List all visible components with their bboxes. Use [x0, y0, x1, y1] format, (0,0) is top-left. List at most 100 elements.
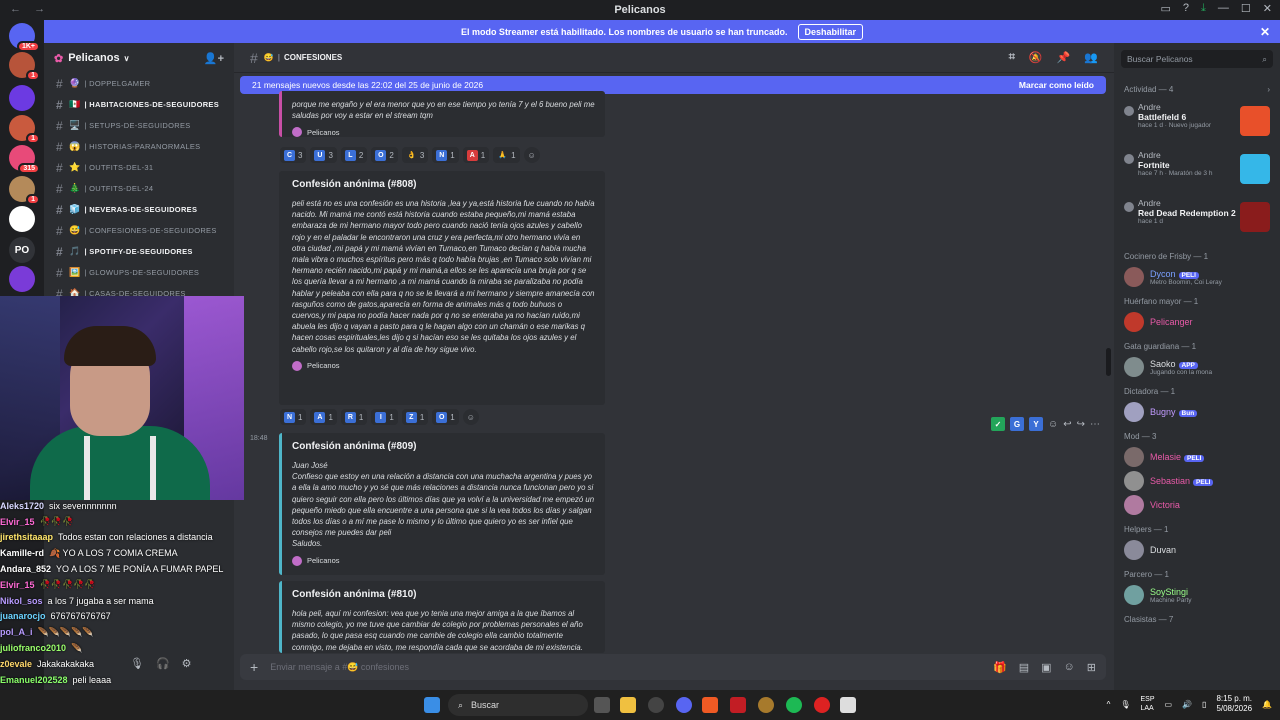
obs-icon[interactable]	[648, 697, 664, 713]
server-icon[interactable]	[9, 85, 35, 111]
spotify-icon[interactable]	[786, 697, 802, 713]
task-view-icon[interactable]	[594, 697, 610, 713]
add-attachment-icon[interactable]: +	[250, 659, 258, 675]
help-icon[interactable]: ?	[1183, 2, 1189, 15]
reaction[interactable]: 👌 3	[401, 147, 429, 163]
language-indicator[interactable]: ESP LAA	[1140, 695, 1154, 713]
app-red-icon[interactable]	[814, 697, 830, 713]
server-icon[interactable]: 315	[9, 145, 40, 174]
member-item[interactable]: Saoko APP Jugando con la mona	[1114, 355, 1280, 379]
y-react-icon[interactable]: Y	[1029, 417, 1043, 431]
settings-icon[interactable]: ⚙	[182, 657, 192, 670]
message-composer[interactable]: + Enviar mensaje a #😅 confesiones 🎁 ▤ ▣ …	[240, 654, 1106, 680]
member-item[interactable]: Pelicanger	[1114, 310, 1280, 334]
member-item[interactable]: Duvan	[1114, 538, 1280, 562]
reaction[interactable]: N1	[280, 409, 307, 425]
gift-icon[interactable]: 🎁	[993, 661, 1007, 674]
server-icon[interactable]	[9, 206, 35, 232]
forward-icon[interactable]: ↪	[1077, 419, 1085, 430]
reaction[interactable]: R1	[340, 409, 368, 425]
microphone-icon[interactable]: 🎙	[130, 657, 144, 670]
forward-button[interactable]: →	[34, 3, 45, 15]
mark-as-read-button[interactable]: Marcar como leído	[1019, 80, 1094, 90]
channel-item[interactable]: # 🖼️ | glowups-de-seguidores	[44, 262, 234, 283]
reaction[interactable]: N1	[432, 147, 459, 163]
reaction[interactable]: 🙏 1	[493, 147, 520, 163]
battery-icon[interactable]: ▯	[1202, 700, 1206, 709]
reaction[interactable]: O1	[432, 409, 459, 425]
pin-icon[interactable]: 📌	[1057, 51, 1071, 64]
server-icon[interactable]: 1K+	[9, 23, 40, 52]
close-icon[interactable]: ✕	[1263, 2, 1272, 15]
notifications-icon[interactable]: 🔔	[1262, 700, 1272, 709]
inbox-icon[interactable]: ▭	[1161, 2, 1171, 15]
channel-item[interactable]: # 😅 | confesiones-de-seguidores	[44, 220, 234, 241]
download-icon[interactable]: ⤓	[1201, 2, 1206, 15]
member-item[interactable]: Dycon PELI Metro Boomin, Coi Leray	[1114, 265, 1280, 289]
guild-header[interactable]: ✿ Pelicanos ∨ 👤+	[44, 43, 234, 73]
app-icon[interactable]	[758, 697, 774, 713]
member-item[interactable]: Victoria	[1114, 493, 1280, 517]
activity-card[interactable]: Andre Fortnite hace 7 h · Maratón de 3 h	[1114, 148, 1280, 196]
more-icon[interactable]: ⋯	[1090, 419, 1100, 430]
disable-streamer-button[interactable]: Deshabilitar	[797, 23, 864, 40]
network-icon[interactable]: ▭	[1165, 700, 1173, 709]
reaction[interactable]: I1	[371, 409, 398, 425]
channel-item[interactable]: # 🇲🇽 | habitaciones-de-seguidores	[44, 94, 234, 115]
members-icon[interactable]: 👥	[1084, 51, 1098, 64]
app-window-icon[interactable]	[840, 697, 856, 713]
server-icon[interactable]	[9, 266, 35, 292]
server-icon[interactable]: PO	[9, 237, 35, 263]
clock[interactable]: 8:15 p. m. 5/08/2026	[1216, 694, 1252, 714]
activity-header[interactable]: Actividad — 4 ›	[1114, 75, 1280, 100]
member-item[interactable]: SoyStingi Machine Party	[1114, 583, 1280, 607]
server-icon[interactable]: 1	[9, 52, 40, 81]
chevron-up-icon[interactable]: ^	[1107, 700, 1111, 709]
reaction[interactable]: O2	[371, 147, 398, 163]
member-item[interactable]: Bugny Bun	[1114, 400, 1280, 424]
reaction[interactable]: A1	[462, 147, 490, 163]
windows-start-icon[interactable]	[424, 697, 440, 713]
member-item[interactable]: Melasie PELI	[1114, 445, 1280, 469]
gif-icon[interactable]: ▤	[1019, 661, 1029, 674]
search-input[interactable]: Buscar Pelicanos ⌕	[1121, 50, 1273, 68]
channel-item[interactable]: # 🔮 | doppelgamer	[44, 73, 234, 94]
discord-icon[interactable]	[676, 697, 692, 713]
back-button[interactable]: ←	[10, 3, 21, 15]
taskbar-search[interactable]: ⌕ Buscar	[448, 694, 588, 716]
brave-icon[interactable]	[702, 697, 718, 713]
activity-card[interactable]: Andre Red Dead Redemption 2 hace 1 d	[1114, 196, 1280, 244]
add-reaction-button[interactable]: ☺	[523, 147, 540, 163]
reaction[interactable]: C3	[280, 147, 307, 163]
channel-item[interactable]: # 🧊 | neveras-de-seguidores	[44, 199, 234, 220]
mute-icon[interactable]: 🔕	[1029, 51, 1043, 64]
check-react-icon[interactable]: ✓	[991, 417, 1005, 431]
channel-item[interactable]: # 🖥️ | setups-de-seguidores	[44, 115, 234, 136]
reaction[interactable]: L2	[340, 147, 368, 163]
server-icon[interactable]: 1	[9, 115, 40, 144]
scrollbar[interactable]	[1106, 348, 1111, 376]
channel-item[interactable]: # ⭐ | outfits-del-31	[44, 157, 234, 178]
headphones-icon[interactable]: 🎧	[156, 657, 170, 670]
reaction[interactable]: A1	[310, 409, 337, 425]
add-reaction-icon[interactable]: ☺	[1048, 419, 1058, 430]
member-item[interactable]: Sebastian PELI	[1114, 469, 1280, 493]
sticker-icon[interactable]: ▣	[1041, 661, 1051, 674]
invite-icon[interactable]: 👤+	[204, 52, 224, 65]
reaction[interactable]: U3	[310, 147, 337, 163]
file-explorer-icon[interactable]	[620, 697, 636, 713]
emoji-icon[interactable]: ☺	[1064, 661, 1075, 674]
channel-item[interactable]: # 🎵 | spotify-de-seguidores	[44, 241, 234, 262]
threads-icon[interactable]: ⌗	[1009, 51, 1015, 64]
reaction[interactable]: Z1	[401, 409, 429, 425]
minimize-icon[interactable]: —	[1218, 2, 1229, 15]
server-icon[interactable]: 1	[9, 176, 40, 205]
close-banner-icon[interactable]: ✕	[1260, 25, 1270, 39]
activity-card[interactable]: Andre Battlefield 6 hace 1 d · Nuevo jugad…	[1114, 100, 1280, 148]
channel-item[interactable]: # 🎄 | outfits-del-24	[44, 178, 234, 199]
channel-item[interactable]: # 😱 | historias-paranormales	[44, 136, 234, 157]
volume-icon[interactable]: 🔊	[1182, 700, 1192, 709]
maximize-icon[interactable]: ☐	[1241, 2, 1251, 15]
netflix-icon[interactable]	[730, 697, 746, 713]
g-react-icon[interactable]: G	[1010, 417, 1024, 431]
